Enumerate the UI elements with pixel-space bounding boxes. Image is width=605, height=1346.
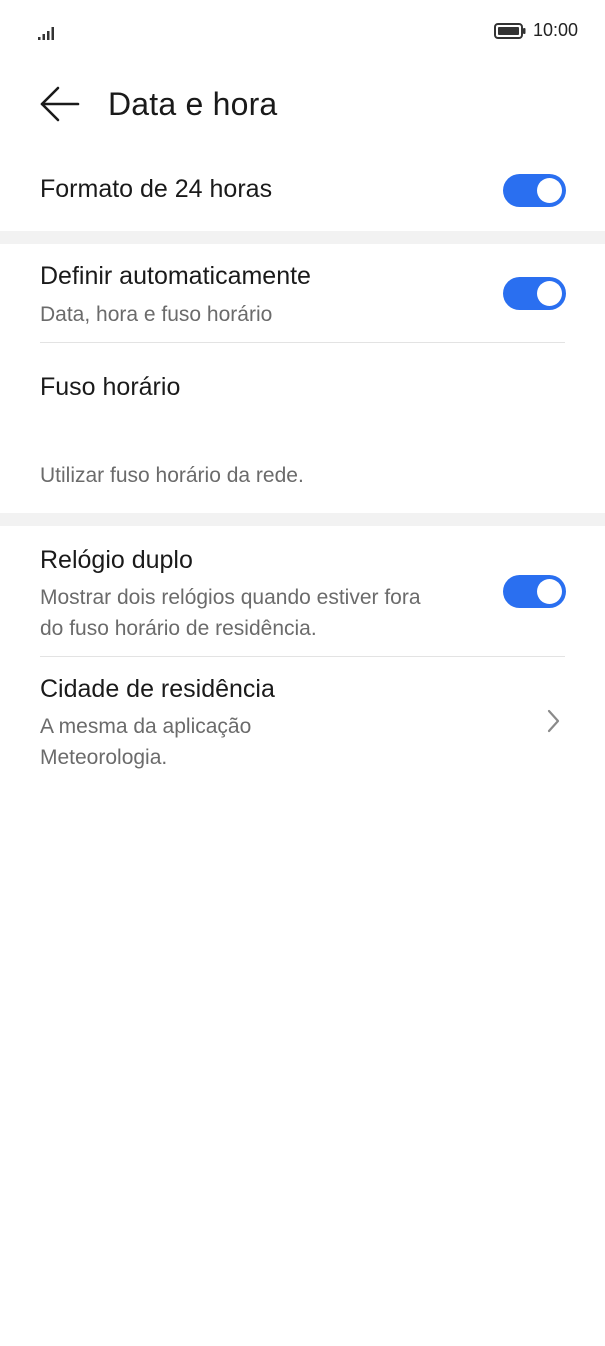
toggle-knob	[537, 178, 562, 203]
time-zone-row[interactable]: Fuso horário	[0, 343, 605, 429]
toggle-knob	[537, 281, 562, 306]
signal-icon	[38, 27, 54, 40]
header: Data e hora	[0, 66, 605, 142]
time-zone-label: Fuso horário	[40, 373, 181, 401]
network-note-row: Utilizar fuso horário da rede.	[0, 429, 605, 513]
home-city-subtitle-line2: Meteorologia.	[40, 746, 168, 769]
status-right: 10:00	[493, 20, 578, 41]
dual-clock-subtitle-line2: do fuso horário de residência.	[40, 617, 317, 640]
auto-set-row[interactable]: Definir automaticamente Data, hora e fus…	[0, 244, 605, 342]
dual-clock-row[interactable]: Relógio duplo Mostrar dois relógios quan…	[0, 526, 605, 656]
home-city-subtitle-line1: A mesma da aplicação	[40, 715, 252, 738]
status-bar: 10:00	[0, 0, 605, 66]
network-note: Utilizar fuso horário da rede.	[40, 464, 304, 487]
format-24h-toggle[interactable]	[503, 174, 566, 207]
back-arrow-icon[interactable]	[38, 84, 82, 124]
section-divider	[0, 513, 605, 526]
page-title: Data e hora	[108, 86, 278, 122]
chevron-right-icon	[547, 709, 560, 733]
auto-set-toggle[interactable]	[503, 277, 566, 310]
auto-set-subtitle: Data, hora e fuso horário	[40, 303, 273, 326]
battery-icon	[493, 22, 526, 39]
dual-clock-subtitle-line1: Mostrar dois relógios quando estiver for…	[40, 586, 421, 609]
toggle-knob	[537, 579, 562, 604]
status-time: 10:00	[532, 20, 578, 40]
home-city-row[interactable]: Cidade de residência A mesma da aplicaçã…	[0, 657, 605, 787]
section-divider	[0, 231, 605, 244]
dual-clock-label: Relógio duplo	[40, 546, 193, 574]
dual-clock-toggle[interactable]	[503, 575, 566, 608]
auto-set-label: Definir automaticamente	[40, 262, 311, 290]
format-24h-row[interactable]: Formato de 24 horas	[0, 142, 605, 231]
home-city-label: Cidade de residência	[40, 675, 275, 703]
format-24h-label: Formato de 24 horas	[40, 175, 273, 203]
